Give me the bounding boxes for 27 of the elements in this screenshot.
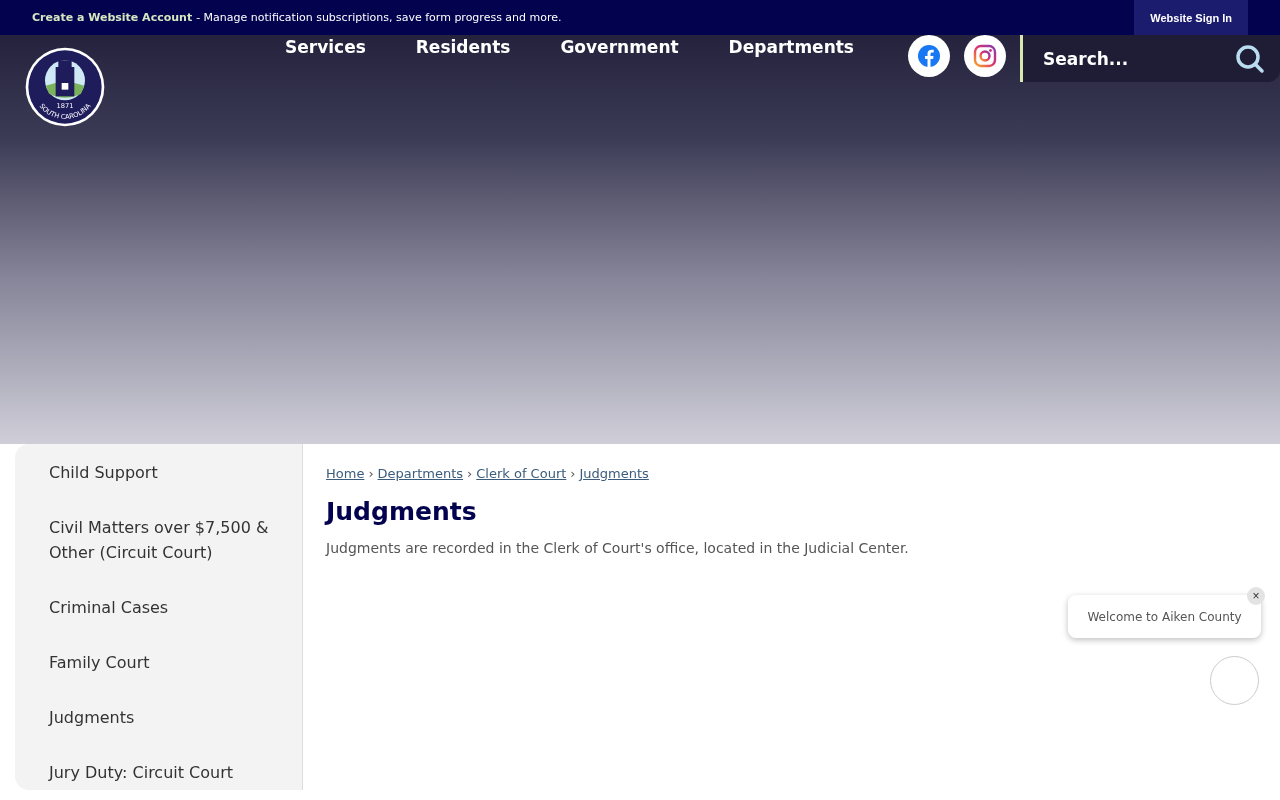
page-text: Judgments are recorded in the Clerk of Court's office, located in the Judicial Center. (326, 540, 910, 556)
instagram-icon[interactable] (964, 35, 1006, 77)
nav-link[interactable]: Residents (415, 37, 511, 57)
nav-link[interactable]: Government (560, 37, 679, 57)
nav-link[interactable]: Departments (728, 37, 854, 57)
breadcrumb-link[interactable]: Home (326, 466, 365, 481)
sign-in-button[interactable]: Website Sign In (1134, 0, 1248, 35)
facebook-icon[interactable] (908, 35, 950, 77)
sidebar-item[interactable]: Family Court (49, 648, 302, 677)
sidebar-item[interactable]: Civil Matters over $7,500 & Other (Circuit Court) (49, 513, 302, 567)
nav-link[interactable]: Services (285, 37, 366, 57)
sidebar-item[interactable]: Criminal Cases (49, 593, 302, 622)
breadcrumb-link[interactable]: Judgments (579, 466, 649, 481)
sidebar-item[interactable]: Child Support (49, 458, 302, 487)
account-message: - Manage notification subscriptions, save form progress and more. (196, 11, 562, 24)
search-field[interactable]: Search... (1020, 35, 1280, 82)
breadcrumb-link[interactable]: Departments (377, 466, 464, 481)
page-title: Judgments (326, 497, 478, 526)
sidebar-item[interactable]: Judgments (49, 703, 302, 732)
breadcrumb-separator: › (570, 466, 576, 481)
sidebar-item[interactable]: Jury Duty: Circuit Court (49, 758, 302, 787)
breadcrumb-separator: › (368, 466, 374, 481)
breadcrumb-separator: › (467, 466, 473, 481)
breadcrumb-link[interactable]: Clerk of Court (476, 466, 567, 481)
search-icon[interactable] (1234, 43, 1266, 75)
create-account-link[interactable]: Create a Website Account (32, 11, 193, 24)
chat-greeting: Welcome to Aiken County (1087, 609, 1242, 624)
